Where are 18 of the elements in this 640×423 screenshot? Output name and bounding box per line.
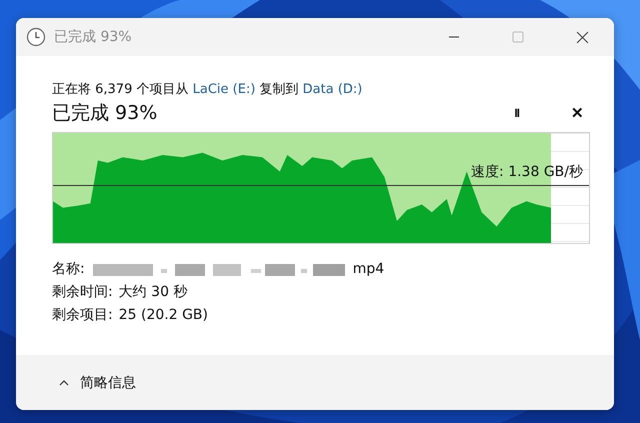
close-icon: [576, 30, 588, 44]
source-link[interactable]: LaCie (E:): [192, 82, 256, 97]
file-extension: mp4: [352, 260, 384, 279]
clock-icon: [26, 27, 46, 47]
cancel-button[interactable]: ✕: [565, 102, 590, 124]
details-toggle[interactable]: 简略信息: [56, 372, 138, 394]
progress-status: 已完成 93%: [52, 101, 158, 126]
window-title: 已完成 93%: [54, 28, 132, 46]
pause-button[interactable]: II: [508, 104, 525, 122]
detail-label: 剩余项目:: [52, 306, 113, 325]
detail-value: 25 (20.2 GB): [118, 306, 208, 325]
maximize-icon: [512, 31, 524, 43]
detail-value: 大约 30 秒: [118, 283, 188, 302]
detail-label: 名称:: [52, 260, 85, 279]
speed-label: 速度: 1.38 GB/秒: [471, 163, 583, 181]
detail-label: 剩余时间:: [52, 283, 113, 302]
copy-description: 正在将 6,379 个项目从 LaCie (E:) 复制到 Data (D:): [52, 81, 364, 98]
destination-link[interactable]: Data (D:): [302, 82, 362, 97]
